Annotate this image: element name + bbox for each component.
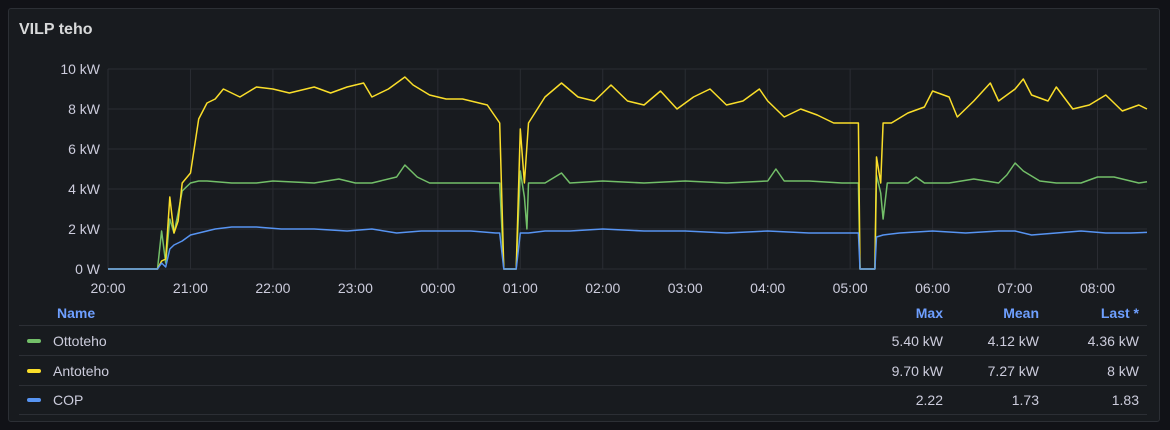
legend-series-label: COP [53,392,84,408]
legend-last-value: 4.36 kW [1087,332,1139,349]
legend-header-mean[interactable]: Mean [951,305,1047,321]
time-series-chart[interactable]: 0 W 2 kW 4 kW 6 kW 8 kW 10 kW 20:00 21:00 22:00 2… [9,9,1161,299]
x-tick-label: 00:00 [420,280,455,296]
legend-mean-value: 1.73 [1011,392,1039,408]
x-tick-label: 01:00 [503,280,538,296]
x-tick-label: 07:00 [998,280,1033,296]
legend-series-label: Ottoteho [53,332,107,349]
legend-header-max[interactable]: Max [843,305,951,321]
x-tick-label: 06:00 [915,280,950,296]
legend-last-value: 1.83 [1111,392,1139,408]
legend-mean-value: 7.27 kW [987,362,1039,379]
x-tick-label: 03:00 [668,280,703,296]
y-tick-label: 0 W [75,261,101,277]
series-color-swatch [27,338,41,343]
x-tick-label: 23:00 [338,280,373,296]
legend-mean-value: 4.12 kW [987,332,1039,349]
legend-series-name: Antoteho [19,363,843,379]
x-tick-label: 08:00 [1080,280,1115,296]
legend-series-name: Ottoteho [19,333,843,349]
series-line-cop [108,226,1148,270]
y-tick-label: 2 kW [68,221,101,237]
x-tick-label: 05:00 [833,280,868,296]
chart-panel: VILP teho 0 W2 kW 4 kW 6 kW 8 kW 10 kW 20:00 2… [8,8,1160,422]
x-tick-label: 20:00 [90,280,125,296]
legend-max-value: 5.40 kW [891,332,943,349]
series-line-ottoteho [108,162,1148,270]
y-tick-label: 8 kW [68,101,101,117]
legend-max-value: 9.70 kW [891,362,943,379]
y-tick-label: 6 kW [68,141,101,157]
y-tick-label: 10 kW [60,61,100,77]
series-color-swatch [27,398,41,402]
legend-table: Name Max Mean Last * Ottoteho 5.40 kW 4.… [19,301,1147,415]
legend-row-cop[interactable]: COP 2.22 1.73 1.83 [19,385,1147,415]
y-tick-label: 4 kW [68,181,101,197]
legend-row-antoteho[interactable]: Antoteho 9.70 kW 7.27 kW 8 kW [19,355,1147,385]
legend-header-name[interactable]: Name [19,305,843,321]
legend-max-value: 2.22 [915,392,943,408]
x-tick-label: 02:00 [585,280,620,296]
legend-series-label: Antoteho [53,362,110,379]
series-color-swatch [27,368,41,373]
x-tick-label: 21:00 [173,280,208,296]
x-tick-label: 22:00 [255,280,290,296]
legend-header-last[interactable]: Last * [1047,305,1147,321]
legend-row-ottoteho[interactable]: Ottoteho 5.40 kW 4.12 kW 4.36 kW [19,325,1147,355]
series-line-antoteho [108,76,1148,270]
legend-last-value: 8 kW [1107,362,1139,379]
legend-header: Name Max Mean Last * [19,301,1147,325]
x-tick-label: 04:00 [750,280,785,296]
legend-series-name: COP [19,392,843,408]
